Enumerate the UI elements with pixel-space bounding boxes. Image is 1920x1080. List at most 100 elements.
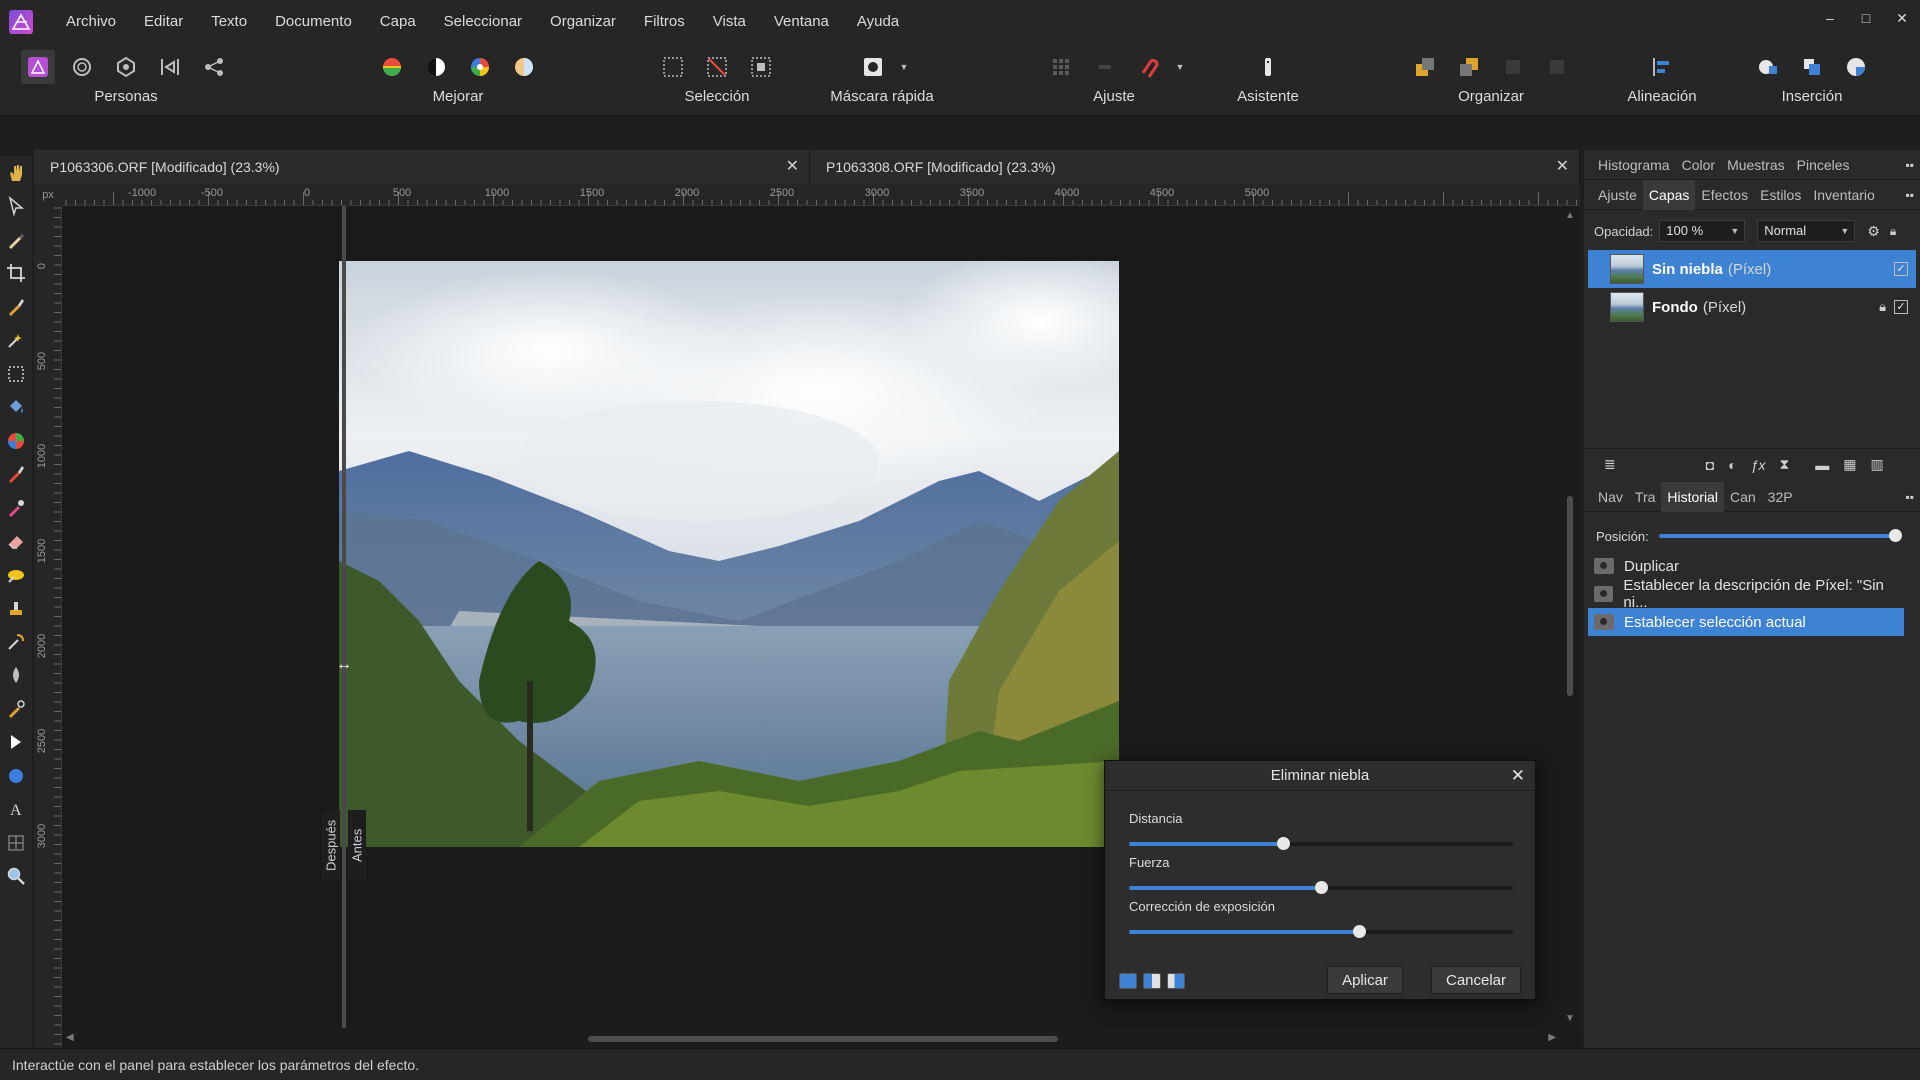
dialog-close-icon[interactable]: ✕ <box>1511 761 1525 791</box>
gradient-tool-icon[interactable] <box>0 424 32 458</box>
folder-icon[interactable]: ▬ <box>1815 457 1829 473</box>
color-picker-icon[interactable] <box>0 223 32 257</box>
crop-tool-icon[interactable] <box>0 257 32 291</box>
document-tab-2[interactable]: P1063308.ORF [Modificado] (23.3%) ✕ <box>810 150 1580 184</box>
snap-grid-icon[interactable] <box>1044 50 1078 84</box>
menu-editar[interactable]: Editar <box>130 0 197 44</box>
opacity-field[interactable]: 100 % ▼ <box>1659 220 1746 242</box>
insert-behind-icon[interactable] <box>1751 50 1785 84</box>
split-view-divider[interactable] <box>342 206 346 1028</box>
quick-mask-dropdown-icon[interactable]: ▼ <box>900 62 909 72</box>
layer-visibility-checkbox[interactable]: ✓ <box>1894 300 1908 314</box>
deselect-icon[interactable] <box>700 50 734 84</box>
history-position-slider[interactable] <box>1658 529 1902 542</box>
insert-top-icon[interactable] <box>1795 50 1829 84</box>
panel-menu-icon[interactable]: ▪▪ <box>1905 158 1914 172</box>
menu-documento[interactable]: Documento <box>261 0 366 44</box>
flood-fill-icon[interactable] <box>0 391 32 425</box>
layer-row-fondo[interactable]: Fondo (Píxel) 🔒︎ ✓ <box>1588 288 1916 326</box>
correccion-exposicion-slider[interactable] <box>1129 925 1513 938</box>
split-view-handle[interactable]: ↔ <box>330 656 358 673</box>
select-all-icon[interactable] <box>656 50 690 84</box>
move-forward-one-icon[interactable] <box>1496 50 1530 84</box>
menu-texto[interactable]: Texto <box>197 0 261 44</box>
new-pixel-layer-icon[interactable]: ▦ <box>1843 456 1856 473</box>
history-slider-knob[interactable] <box>1888 529 1902 542</box>
smudge-brush-icon[interactable] <box>0 625 32 659</box>
tab-estilos[interactable]: Estilos <box>1754 180 1807 210</box>
tab-histograma[interactable]: Histograma <box>1592 150 1676 180</box>
text-tool-icon[interactable]: A <box>0 793 32 827</box>
add-mask-icon[interactable]: ◘ <box>1706 457 1714 473</box>
tab-nav[interactable]: Nav <box>1592 482 1629 512</box>
fuerza-slider[interactable] <box>1129 881 1513 894</box>
close-tab-1-icon[interactable]: ✕ <box>786 150 799 184</box>
mesh-warp-icon[interactable] <box>0 826 32 860</box>
view-single-icon[interactable] <box>1119 973 1137 989</box>
snap-dimmed-icon[interactable] <box>1088 50 1122 84</box>
marquee-tool-icon[interactable] <box>0 357 32 391</box>
photo-persona-icon[interactable] <box>21 50 55 84</box>
scroll-up-icon[interactable]: ▲ <box>1565 210 1575 221</box>
slider-knob[interactable] <box>1276 837 1290 850</box>
scroll-left-icon[interactable]: ◀ <box>66 1032 74 1043</box>
layer-lock-icon[interactable]: 🔒︎ <box>1879 299 1886 315</box>
cancelar-button[interactable]: Cancelar <box>1431 966 1521 994</box>
history-item[interactable]: Establecer la descripción de Píxel: "Sin… <box>1588 577 1904 611</box>
develop-persona-icon[interactable] <box>109 50 143 84</box>
move-to-front-icon[interactable] <box>1540 50 1574 84</box>
menu-archivo[interactable]: Archivo <box>52 0 130 44</box>
horizontal-scrollbar[interactable]: ◀ ▶ <box>62 1028 1560 1048</box>
menu-organizar[interactable]: Organizar <box>536 0 630 44</box>
tab-efectos[interactable]: Efectos <box>1695 180 1754 210</box>
auto-white-balance-icon[interactable] <box>507 50 541 84</box>
flood-select-icon[interactable] <box>0 324 32 358</box>
panel-menu-icon[interactable]: ▪▪ <box>1905 188 1914 202</box>
tab-32p[interactable]: 32P <box>1762 482 1799 512</box>
live-filter-icon[interactable]: ⧗ <box>1779 456 1789 473</box>
menu-ayuda[interactable]: Ayuda <box>843 0 913 44</box>
export-persona-icon[interactable] <box>197 50 231 84</box>
panel-menu-icon[interactable]: ▪▪ <box>1905 490 1914 504</box>
vertical-scroll-thumb[interactable] <box>1567 496 1573 696</box>
layers-stack-icon[interactable]: ≣ <box>1604 456 1616 473</box>
menu-seleccionar[interactable]: Seleccionar <box>430 0 536 44</box>
layer-row-sin-niebla[interactable]: Sin niebla (Píxel) ✓ <box>1588 250 1916 288</box>
close-window-button[interactable]: ✕ <box>1884 0 1920 36</box>
auto-colors-icon[interactable] <box>463 50 497 84</box>
menu-capa[interactable]: Capa <box>366 0 430 44</box>
tab-ajuste[interactable]: Ajuste <box>1592 180 1643 210</box>
history-item[interactable]: Duplicar <box>1588 552 1904 580</box>
slider-knob[interactable] <box>1315 881 1328 894</box>
clone-brush-icon[interactable] <box>0 592 32 626</box>
tab-capas[interactable]: Capas <box>1642 179 1696 210</box>
assistant-icon[interactable] <box>1251 50 1285 84</box>
tab-can[interactable]: Can <box>1724 482 1762 512</box>
distancia-slider[interactable] <box>1129 837 1513 850</box>
erase-brush-icon[interactable] <box>0 525 32 559</box>
snapping-magnet-icon[interactable] <box>1132 50 1166 84</box>
quick-mask-icon[interactable] <box>856 50 890 84</box>
move-tool-icon[interactable] <box>0 190 32 224</box>
auto-contrast-icon[interactable] <box>419 50 453 84</box>
menu-vista[interactable]: Vista <box>699 0 760 44</box>
scroll-down-icon[interactable]: ▼ <box>1565 1013 1575 1024</box>
blur-brush-icon[interactable] <box>0 659 32 693</box>
lock-icon[interactable]: 🔒︎ <box>1890 224 1896 239</box>
tab-inventario[interactable]: Inventario <box>1807 180 1880 210</box>
layer-visibility-checkbox[interactable]: ✓ <box>1894 262 1908 276</box>
menu-filtros[interactable]: Filtros <box>630 0 699 44</box>
adjustment-icon[interactable]: ◐ <box>1728 457 1736 473</box>
dodge-brush-icon[interactable] <box>0 558 32 592</box>
menu-ventana[interactable]: Ventana <box>760 0 843 44</box>
vertical-scrollbar[interactable]: ▲ ▼ <box>1560 206 1580 1028</box>
maximize-button[interactable]: □ <box>1848 0 1884 36</box>
invert-selection-icon[interactable] <box>744 50 778 84</box>
auto-levels-icon[interactable] <box>375 50 409 84</box>
tab-muestras[interactable]: Muestras <box>1721 150 1791 180</box>
slider-knob[interactable] <box>1353 925 1367 938</box>
view-tool-hand-icon[interactable] <box>0 156 32 190</box>
paint-brush-icon[interactable] <box>0 458 32 492</box>
tab-historial[interactable]: Historial <box>1661 481 1724 512</box>
align-left-icon[interactable] <box>1645 50 1679 84</box>
